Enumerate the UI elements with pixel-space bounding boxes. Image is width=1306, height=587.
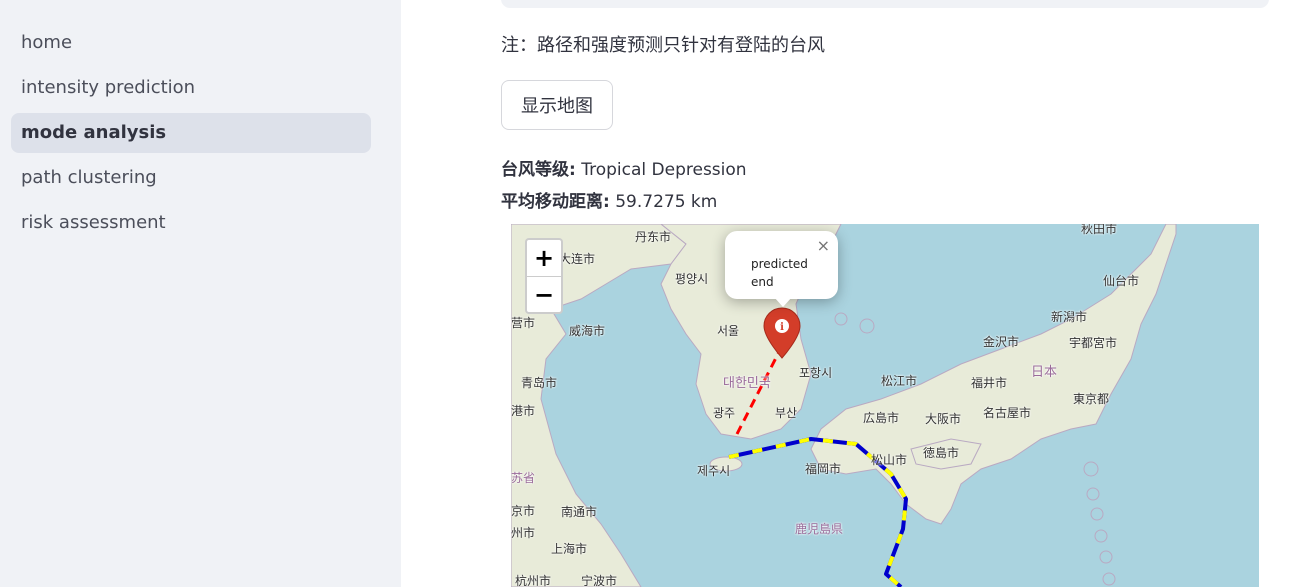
typhoon-level-line: 台风等级: Tropical Depression (501, 155, 747, 180)
typhoon-level-value: Tropical Depression (581, 160, 747, 180)
sidebar: home intensity prediction mode analysis … (0, 0, 401, 587)
landfall-note: 注：路径和强度预测只针对有登陆的台风 (501, 35, 825, 56)
map-label-osaka: 大阪市 (925, 412, 962, 426)
map-label-gwangju: 광주 (713, 406, 736, 420)
map-label-nanjing: 京市 (511, 504, 536, 518)
map-label-matsuyama: 松山市 (871, 453, 908, 467)
map-label-hiroshima: 広島市 (863, 411, 900, 425)
map-label-niigata: 新潟市 (1051, 310, 1088, 324)
sidebar-item-mode-analysis[interactable]: mode analysis (11, 113, 371, 153)
svg-text:i: i (780, 322, 784, 333)
map-label-tokyo: 東京都 (1073, 392, 1110, 406)
map-base: i (511, 224, 1177, 587)
map-label-shanghai: 上海市 (551, 542, 588, 556)
map-label-jiangsu: 苏省 (511, 471, 536, 485)
map-label-ningbo: 宁波市 (581, 574, 618, 587)
map-label-fukui: 福井市 (971, 376, 1008, 390)
popup-text: predicted end (751, 257, 808, 289)
map-label-tokushima: 徳島市 (923, 446, 960, 460)
map-label-seoul: 서울 (717, 324, 740, 338)
map-label-fukuoka: 福岡市 (805, 462, 842, 476)
map-label-sendai: 仙台市 (1103, 274, 1140, 288)
map-label-dandong: 丹东市 (635, 230, 672, 244)
top-container (501, 0, 1269, 8)
avg-distance-line: 平均移动距离: 59.7275 km (501, 187, 717, 212)
map-label-nantong: 南通市 (561, 505, 598, 519)
avg-distance-value: 59.7275 km (615, 192, 718, 212)
zoom-out-button[interactable]: − (527, 277, 561, 313)
map-label-pohang: 포항시 (799, 366, 833, 380)
sidebar-item-risk-assessment[interactable]: risk assessment (11, 203, 371, 243)
map-label-kagoshima: 鹿児島県 (795, 522, 844, 536)
map-label-matsue: 松江市 (881, 374, 918, 388)
zoom-in-button[interactable]: + (527, 240, 561, 277)
zoom-control: + − (525, 238, 563, 314)
map-label-yingkou: 营市 (511, 316, 536, 330)
map-label-japan: 日本 (1031, 365, 1058, 380)
map-label-nagoya: 名古屋市 (983, 406, 1032, 420)
predicted-end-popup: × predicted end (725, 231, 838, 307)
map-label-busan: 부산 (775, 406, 798, 420)
map-label-lianyungang: 港市 (511, 404, 536, 418)
map-label-kanazawa: 金沢市 (983, 335, 1020, 349)
map-label-dalian: 大连市 (559, 252, 596, 266)
typhoon-map[interactable]: i 丹东市 大连市 평양시 营市 威海市 서울 青岛市 대한민국 포항시 광주 … (511, 224, 1259, 587)
map-label-akita: 秋田市 (1081, 224, 1118, 236)
map-label-korea: 대한민국 (723, 376, 771, 391)
show-map-button[interactable]: 显示地图 (501, 80, 613, 130)
map-label-utsunomiya: 宇都宮市 (1069, 336, 1118, 350)
popup-tip (774, 297, 792, 307)
popup-close-icon[interactable]: × (817, 236, 830, 255)
sidebar-item-home[interactable]: home (11, 23, 371, 63)
map-label-hangzhou: 杭州市 (515, 574, 552, 587)
typhoon-level-label: 台风等级: (501, 160, 576, 180)
sidebar-item-intensity-prediction[interactable]: intensity prediction (11, 68, 371, 108)
avg-distance-label: 平均移动距离: (501, 192, 610, 212)
map-label-weihai: 威海市 (569, 324, 606, 338)
map-label-zhou: 州市 (511, 526, 536, 540)
map-label-pyongyang: 평양시 (675, 272, 709, 286)
sidebar-item-path-clustering[interactable]: path clustering (11, 158, 371, 198)
map-label-jeju: 제주시 (697, 464, 731, 478)
map-label-qingdao: 青岛市 (521, 376, 558, 390)
